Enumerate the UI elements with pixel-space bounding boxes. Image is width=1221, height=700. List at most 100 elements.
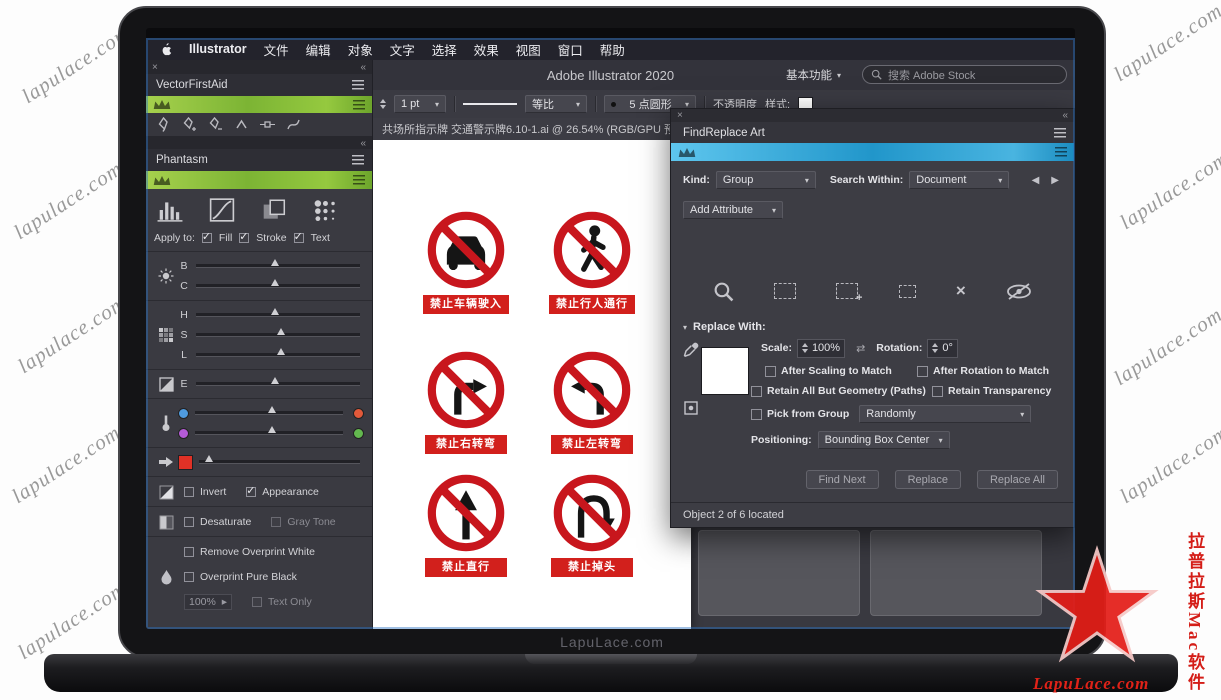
collapse-icon[interactable]: « [360,138,366,149]
curves-icon[interactable] [208,197,236,223]
stroke-profile-select[interactable]: 等比▾ [525,95,587,113]
replace-button[interactable]: Replace [895,470,961,489]
overprint-pure-black-checkbox[interactable] [184,572,194,582]
add-anchor-tool-icon[interactable] [182,117,197,132]
replace-all-button[interactable]: Replace All [977,470,1058,489]
menu-app-name[interactable]: Illustrator [189,42,247,56]
stock-search-input[interactable]: 搜索 Adobe Stock [862,65,1067,84]
slider-thumb[interactable] [268,426,276,433]
tint-slider[interactable] [195,431,343,435]
pen-tool-icon[interactable] [156,117,171,132]
stroke-weight-select[interactable]: 1 pt▾ [394,95,446,113]
select-result-icon[interactable] [774,283,796,299]
search-within-select[interactable]: Document▾ [909,171,1009,189]
sample-icon[interactable] [684,401,698,415]
amount-slider[interactable] [199,460,360,464]
sign-no-straight[interactable]: 禁止直行 [411,472,521,577]
replace-with-header[interactable]: ▾ Replace With: [683,321,1062,333]
retain-geometry-checkbox[interactable] [751,386,762,397]
slider-thumb[interactable] [277,328,285,335]
convert-point-tool-icon[interactable] [234,117,249,132]
delete-anchor-tool-icon[interactable] [208,117,223,132]
temperature-slider[interactable] [195,411,343,415]
eyedropper-icon[interactable] [683,341,700,358]
retain-transparency-checkbox[interactable] [932,386,943,397]
menu-type[interactable]: 文字 [390,40,415,59]
text-checkbox[interactable] [294,233,304,243]
slider-thumb[interactable] [271,279,279,286]
slider-thumb[interactable] [271,308,279,315]
exposure-slider[interactable] [196,382,360,386]
after-rotation-checkbox[interactable] [917,366,928,377]
phantasm-tab[interactable]: Phantasm [146,149,372,171]
menu-window[interactable]: 窗口 [558,40,583,59]
pick-from-group-checkbox[interactable] [751,409,762,420]
clear-icon[interactable]: × [956,283,966,299]
after-scaling-checkbox[interactable] [765,366,776,377]
artboard[interactable]: 禁止车辆驶入 禁止行人通行 [373,140,691,629]
brightness-slider[interactable] [196,264,360,268]
findreplace-tab[interactable]: FindReplace Art [671,122,1074,143]
menu-object[interactable]: 对象 [348,40,373,59]
menu-help[interactable]: 帮助 [600,40,625,59]
slider-thumb[interactable] [277,348,285,355]
rotation-stepper[interactable] [932,343,938,353]
document-tab[interactable]: 共场所指示牌 交通警示牌6.10-1.ai @ 26.54% (RGB/GPU … [372,118,716,140]
sign-no-u-turn[interactable]: 禁止掉头 [537,472,647,577]
panel-menu-icon[interactable] [1054,128,1066,138]
vectorfirstaid-tab[interactable]: VectorFirstAid [146,74,372,96]
appearance-checkbox[interactable] [246,487,256,497]
panel-menu-icon[interactable] [1055,147,1067,157]
panel-menu-icon[interactable] [353,100,365,110]
apple-icon[interactable] [160,42,172,56]
link-icon[interactable]: ⇄ [856,342,865,355]
halftone-icon[interactable] [312,197,340,223]
find-previous-icon[interactable]: ◀ [1029,175,1043,186]
find-next-button[interactable]: Find Next [806,470,879,489]
positioning-select[interactable]: Bounding Box Center▾ [818,431,950,449]
panel-menu-icon[interactable] [352,155,364,165]
invert-checkbox[interactable] [184,487,194,497]
gray-tone-checkbox[interactable] [271,517,281,527]
kind-select[interactable]: Group▾ [716,171,816,189]
slider-thumb[interactable] [268,406,276,413]
close-icon[interactable]: × [152,62,158,73]
menu-edit[interactable]: 编辑 [306,40,331,59]
levels-icon[interactable] [156,197,184,223]
menu-select[interactable]: 选择 [432,40,457,59]
sign-no-vehicles[interactable]: 禁止车辆驶入 [411,209,521,314]
lightness-slider[interactable] [196,353,360,357]
collapse-icon[interactable]: « [360,62,366,73]
subtract-selection-icon[interactable] [899,285,916,298]
scale-input[interactable]: 100% [797,339,845,358]
percent-combo[interactable]: 100% ▸ [184,594,232,610]
saturation-slider[interactable] [196,333,360,337]
workspace-switcher[interactable]: 基本功能 ▾ [786,67,841,83]
node-tool-icon[interactable] [260,117,275,132]
stroke-stepper[interactable] [380,99,386,109]
add-attribute-button[interactable]: Add Attribute▾ [683,201,783,219]
slider-thumb[interactable] [271,377,279,384]
zoom-to-result-icon[interactable] [713,281,734,302]
panel-menu-icon[interactable] [353,175,365,185]
contrast-slider[interactable] [196,284,360,288]
slider-thumb[interactable] [205,455,213,462]
panel-menu-icon[interactable] [352,80,364,90]
collapse-icon[interactable]: « [1062,110,1068,121]
replacement-swatch[interactable] [701,347,749,395]
hue-slider[interactable] [196,313,360,317]
sign-no-left-turn[interactable]: 禁止左转弯 [537,349,647,454]
add-to-selection-icon[interactable]: + [836,283,858,299]
text-only-checkbox[interactable] [252,597,262,607]
color-swatch[interactable] [178,455,193,470]
menu-view[interactable]: 视图 [516,40,541,59]
close-icon[interactable]: × [677,110,683,121]
rotation-input[interactable]: 0° [927,339,958,358]
smooth-tool-icon[interactable] [286,117,301,132]
stroke-checkbox[interactable] [239,233,249,243]
pick-mode-select[interactable]: Randomly▾ [859,405,1031,423]
sign-no-pedestrians[interactable]: 禁止行人通行 [537,209,647,314]
fill-checkbox[interactable] [202,233,212,243]
remove-overprint-white-checkbox[interactable] [184,547,194,557]
slider-thumb[interactable] [271,259,279,266]
